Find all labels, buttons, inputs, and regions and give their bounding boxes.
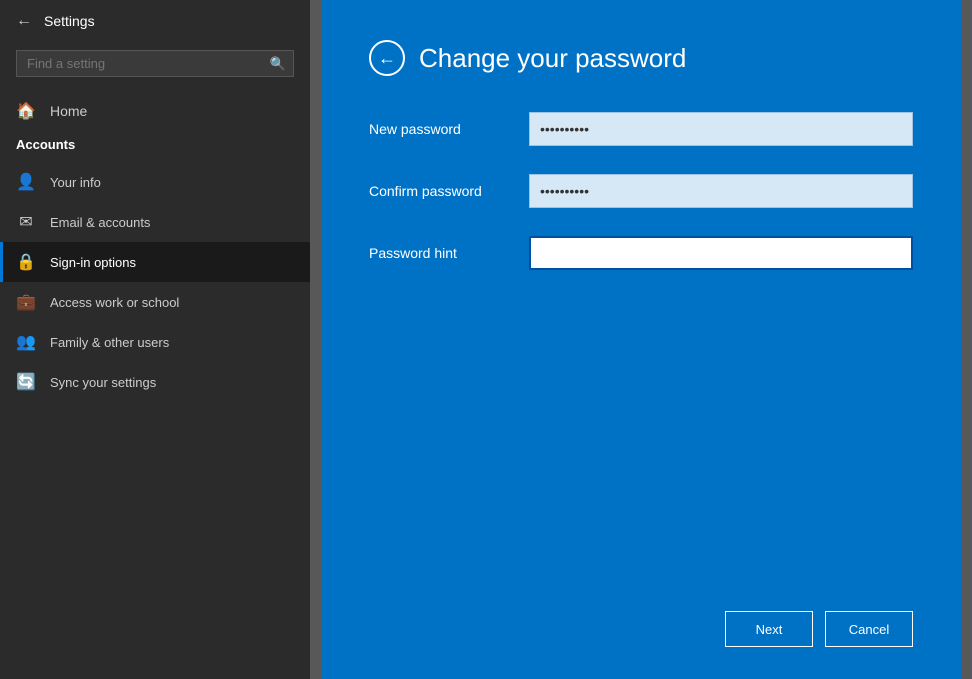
home-label: Home [50,103,87,119]
family-icon: 👥 [16,332,36,352]
back-icon: ← [16,12,32,30]
confirm-password-label: Confirm password [369,183,529,199]
sidebar-title: Settings [44,13,95,29]
new-password-label: New password [369,121,529,137]
new-password-row: New password [369,112,913,146]
access-work-label: Access work or school [50,295,179,310]
sidebar-item-sync-settings[interactable]: 🔄 Sync your settings [0,362,310,402]
change-password-dialog: ← Change your password New password Conf… [321,0,961,679]
sync-icon: 🔄 [16,372,36,392]
search-bar-container: 🔍 [0,42,310,89]
main-overlay: ← Change your password New password Conf… [310,0,972,679]
password-hint-row: Password hint [369,236,913,270]
sidebar-item-home[interactable]: 🏠 Home [0,89,310,133]
new-password-input[interactable] [529,112,913,146]
dialog-back-button[interactable]: ← [369,40,405,76]
cancel-button[interactable]: Cancel [825,611,913,647]
next-button[interactable]: Next [725,611,813,647]
confirm-password-row: Confirm password [369,174,913,208]
sidebar-item-your-info[interactable]: 👤 Your info [0,162,310,202]
back-button[interactable]: ← [16,12,32,30]
dialog-title: Change your password [419,43,686,74]
password-hint-label: Password hint [369,245,529,261]
your-info-label: Your info [50,175,101,190]
sign-in-icon: 🔒 [16,252,36,272]
dialog-footer: Next Cancel [725,611,913,647]
sidebar-item-email-accounts[interactable]: ✉ Email & accounts [0,202,310,242]
sidebar-item-access-work[interactable]: 💼 Access work or school [0,282,310,322]
sign-in-label: Sign-in options [50,255,136,270]
sidebar-item-sign-in-options[interactable]: 🔒 Sign-in options [0,242,310,282]
sidebar-item-family-users[interactable]: 👥 Family & other users [0,322,310,362]
sidebar: ← Settings 🔍 🏠 Home Accounts 👤 Your info… [0,0,310,679]
your-info-icon: 👤 [16,172,36,192]
home-icon: 🏠 [16,101,36,121]
sidebar-header: ← Settings [0,0,310,42]
email-accounts-icon: ✉ [16,212,36,232]
search-input[interactable] [16,50,294,77]
family-label: Family & other users [50,335,169,350]
access-work-icon: 💼 [16,292,36,312]
accounts-section-label: Accounts [0,133,310,162]
password-hint-input[interactable] [529,236,913,270]
dialog-back-icon: ← [378,48,396,69]
sync-label: Sync your settings [50,375,156,390]
dialog-header: ← Change your password [369,40,913,76]
email-accounts-label: Email & accounts [50,215,150,230]
confirm-password-input[interactable] [529,174,913,208]
